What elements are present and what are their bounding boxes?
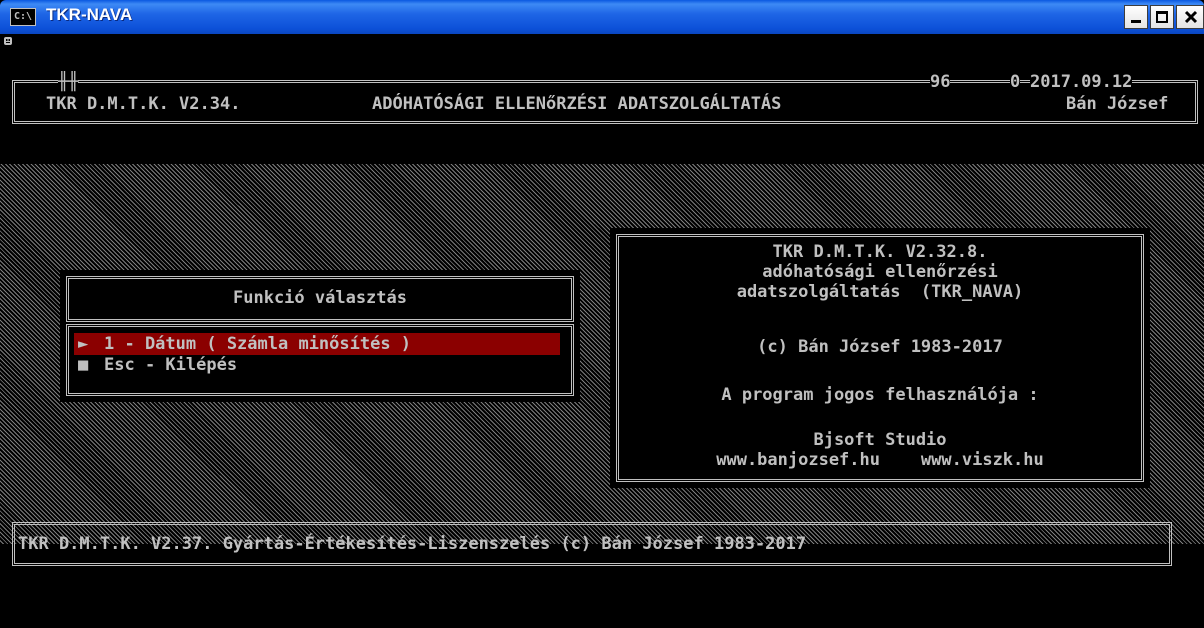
minimize-icon: [1131, 20, 1141, 23]
info-line-desc-2: adatszolgáltatás (TKR_NAVA): [736, 282, 1024, 302]
menu-item-exit[interactable]: ■ Esc - Kilépés: [74, 355, 560, 377]
info-line-version: TKR D.M.T.K. V2.32.8.: [772, 242, 988, 262]
header-tick-left: ╫╫: [58, 72, 79, 92]
window-titlebar[interactable]: C:\ TKR-NAVA: [0, 0, 1204, 34]
info-line-licensee-label: A program jogos felhasználója :: [721, 385, 1039, 405]
menu-item-marker: ■: [78, 355, 89, 375]
console-window[interactable]: ╫╫ 96 0 2017.09.12 TKR D.M.T.K. V2.34. A…: [0, 34, 1204, 628]
info-line-licensee: Bjsoft Studio: [813, 430, 947, 450]
maximize-icon: [1156, 11, 1168, 23]
menu-item-label: 1 - Dátum ( Számla minősítés ): [104, 334, 412, 354]
header-service: ADÓHATÓSÁGI ELLENőRZÉSI ADATSZOLGÁLTATÁS: [372, 94, 782, 114]
header-program: TKR D.M.T.K. V2.34.: [46, 94, 241, 114]
header-counter-1: 96: [930, 72, 951, 92]
console-menu-icon: [4, 37, 12, 45]
footer-text: TKR D.M.T.K. V2.37. Gyártás-Értékesítés-…: [18, 534, 807, 554]
menu-item-date[interactable]: ► 1 - Dátum ( Számla minősítés ): [74, 333, 560, 355]
minimize-button[interactable]: [1124, 5, 1148, 29]
window-title: TKR-NAVA: [46, 5, 133, 24]
menu-item-marker: ►: [78, 334, 89, 354]
close-button[interactable]: [1176, 5, 1204, 29]
menu-title: Funkció választás: [233, 288, 407, 308]
menu-item-label: Esc - Kilépés: [104, 355, 238, 375]
header-date: 2017.09.12: [1030, 72, 1133, 92]
info-line-copyright: (c) Bán József 1983-2017: [757, 337, 1003, 357]
maximize-button[interactable]: [1150, 5, 1174, 29]
info-line-websites: www.banjozsef.hu www.viszk.hu: [716, 450, 1044, 470]
info-line-desc-1: adóhatósági ellenőrzési: [762, 262, 998, 282]
close-icon: [1184, 10, 1198, 24]
console-app-icon[interactable]: C:\: [10, 8, 36, 26]
header-counter-2: 0: [1010, 72, 1021, 92]
header-user: Bán József: [1066, 94, 1169, 114]
